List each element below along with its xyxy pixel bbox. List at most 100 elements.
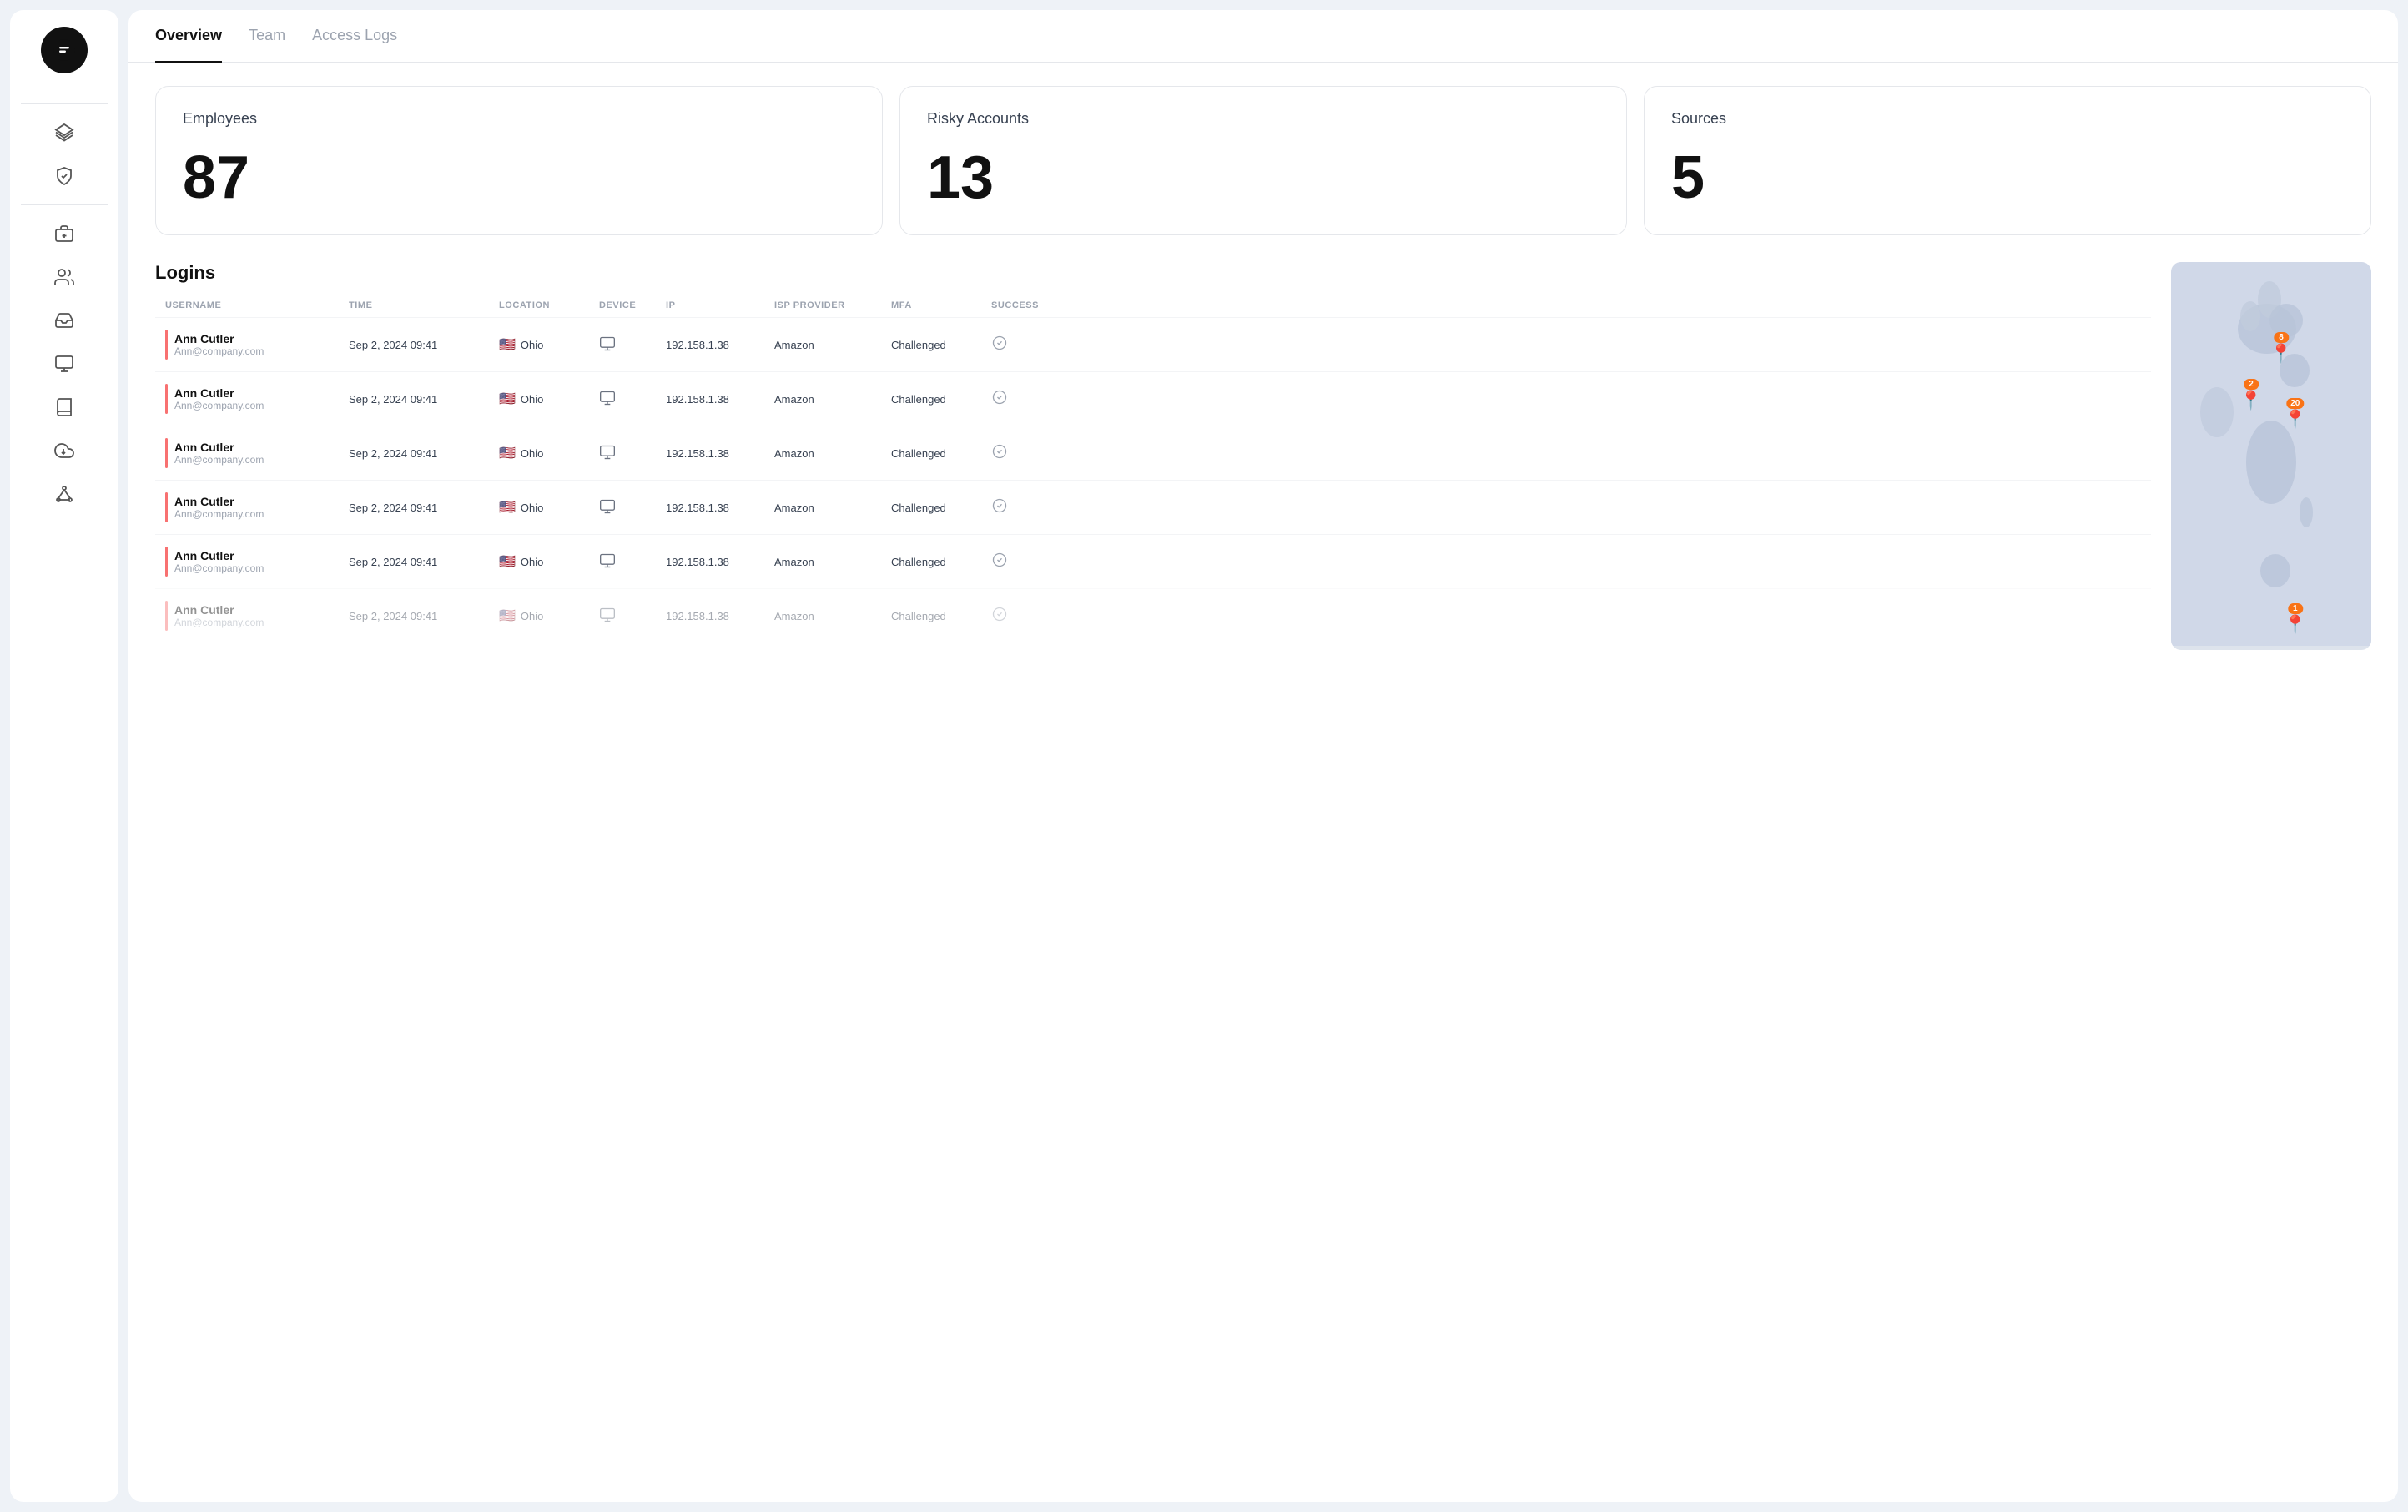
col-username: USERNAME [165,300,349,310]
table-row[interactable]: Ann Cutler Ann@company.com Sep 2, 2024 0… [155,588,2151,643]
table-body: Ann Cutler Ann@company.com Sep 2, 2024 0… [155,317,2151,643]
col-location: LOCATION [499,300,599,310]
device-cell [599,335,666,355]
device-cell [599,607,666,626]
time-cell: Sep 2, 2024 09:41 [349,556,499,568]
user-email: Ann@company.com [174,508,264,520]
user-cell: Ann Cutler Ann@company.com [165,547,349,577]
map-area: 8 📍 20 📍 2 📍 1 📍 [2171,262,2371,650]
user-cell: Ann Cutler Ann@company.com [165,330,349,360]
device-cell [599,390,666,409]
isp-cell: Amazon [774,501,891,514]
inbox-icon[interactable] [46,302,83,339]
mfa-cell: Challenged [891,556,991,568]
col-isp: ISP PROVIDER [774,300,891,310]
flag-icon: 🇺🇸 [499,445,516,461]
user-email: Ann@company.com [174,454,264,466]
user-name: Ann Cutler [174,441,264,454]
flag-icon: 🇺🇸 [499,336,516,353]
table-row[interactable]: Ann Cutler Ann@company.com Sep 2, 2024 0… [155,426,2151,480]
isp-cell: Amazon [774,393,891,406]
location-cell: 🇺🇸 Ohio [499,499,599,516]
location-text: Ohio [521,610,543,622]
network-icon[interactable] [46,476,83,512]
tab-team[interactable]: Team [249,10,285,63]
sidebar-divider-mid [21,204,108,205]
col-time: TIME [349,300,499,310]
device-cell [599,552,666,572]
user-name: Ann Cutler [174,495,264,508]
map-pin: 1 📍 [2284,603,2306,634]
ip-cell: 192.158.1.38 [666,393,774,406]
table-row[interactable]: Ann Cutler Ann@company.com Sep 2, 2024 0… [155,371,2151,426]
time-cell: Sep 2, 2024 09:41 [349,447,499,460]
table-row[interactable]: Ann Cutler Ann@company.com Sep 2, 2024 0… [155,534,2151,588]
location-text: Ohio [521,501,543,514]
users-icon[interactable] [46,259,83,295]
location-text: Ohio [521,556,543,568]
mfa-cell: Challenged [891,447,991,460]
table-header: USERNAME TIME LOCATION DEVICE IP ISP PRO… [155,300,2151,317]
mfa-cell: Challenged [891,610,991,622]
map-pin-badge: 2 [2244,379,2259,390]
user-name: Ann Cutler [174,332,264,345]
col-mfa: MFA [891,300,991,310]
location-cell: 🇺🇸 Ohio [499,336,599,353]
map-pins-container: 8 📍 20 📍 2 📍 1 📍 [2171,262,2371,650]
tab-access-logs[interactable]: Access Logs [312,10,397,63]
logins-title: Logins [155,262,2151,284]
user-email: Ann@company.com [174,617,264,628]
success-cell [991,443,1058,464]
book-icon[interactable] [46,389,83,426]
device-cell [599,498,666,517]
user-name: Ann Cutler [174,603,264,617]
risky-accounts-card: Risky Accounts 13 [899,86,1627,235]
flag-icon: 🇺🇸 [499,607,516,624]
location-text: Ohio [521,393,543,406]
flag-icon: 🇺🇸 [499,391,516,407]
success-cell [991,552,1058,572]
box-icon[interactable] [46,215,83,252]
location-cell: 🇺🇸 Ohio [499,391,599,407]
sidebar [10,10,118,1502]
map-pin: 20 📍 [2284,398,2306,429]
layers-icon[interactable] [46,114,83,151]
table-row[interactable]: Ann Cutler Ann@company.com Sep 2, 2024 0… [155,480,2151,534]
risky-accounts-value: 13 [927,148,1599,208]
map-pin: 2 📍 [2239,379,2262,410]
flag-icon: 🇺🇸 [499,553,516,570]
isp-cell: Amazon [774,556,891,568]
time-cell: Sep 2, 2024 09:41 [349,339,499,351]
success-cell [991,389,1058,410]
monitor-icon[interactable] [46,345,83,382]
ip-cell: 192.158.1.38 [666,556,774,568]
isp-cell: Amazon [774,447,891,460]
table-row[interactable]: Ann Cutler Ann@company.com Sep 2, 2024 0… [155,317,2151,371]
shield-icon[interactable] [46,158,83,194]
map-pin-icon: 📍 [2284,616,2306,634]
tab-overview[interactable]: Overview [155,10,222,63]
map-pin: 8 📍 [2269,332,2292,363]
sidebar-divider-top [21,103,108,104]
user-indicator [165,384,168,414]
user-indicator [165,438,168,468]
sources-value: 5 [1671,148,2344,208]
sources-label: Sources [1671,110,2344,128]
mfa-cell: Challenged [891,393,991,406]
user-cell: Ann Cutler Ann@company.com [165,438,349,468]
app-logo[interactable] [41,27,88,73]
user-name: Ann Cutler [174,549,264,562]
cloud-icon[interactable] [46,432,83,469]
user-email: Ann@company.com [174,400,264,411]
time-cell: Sep 2, 2024 09:41 [349,393,499,406]
location-cell: 🇺🇸 Ohio [499,445,599,461]
map-pin-badge: 1 [2288,603,2303,614]
risky-accounts-label: Risky Accounts [927,110,1599,128]
map-pin-icon: 📍 [2284,411,2306,429]
tabs-nav: Overview Team Access Logs [128,10,2398,63]
isp-cell: Amazon [774,610,891,622]
user-indicator [165,492,168,522]
location-text: Ohio [521,339,543,351]
col-ip: IP [666,300,774,310]
success-cell [991,335,1058,355]
